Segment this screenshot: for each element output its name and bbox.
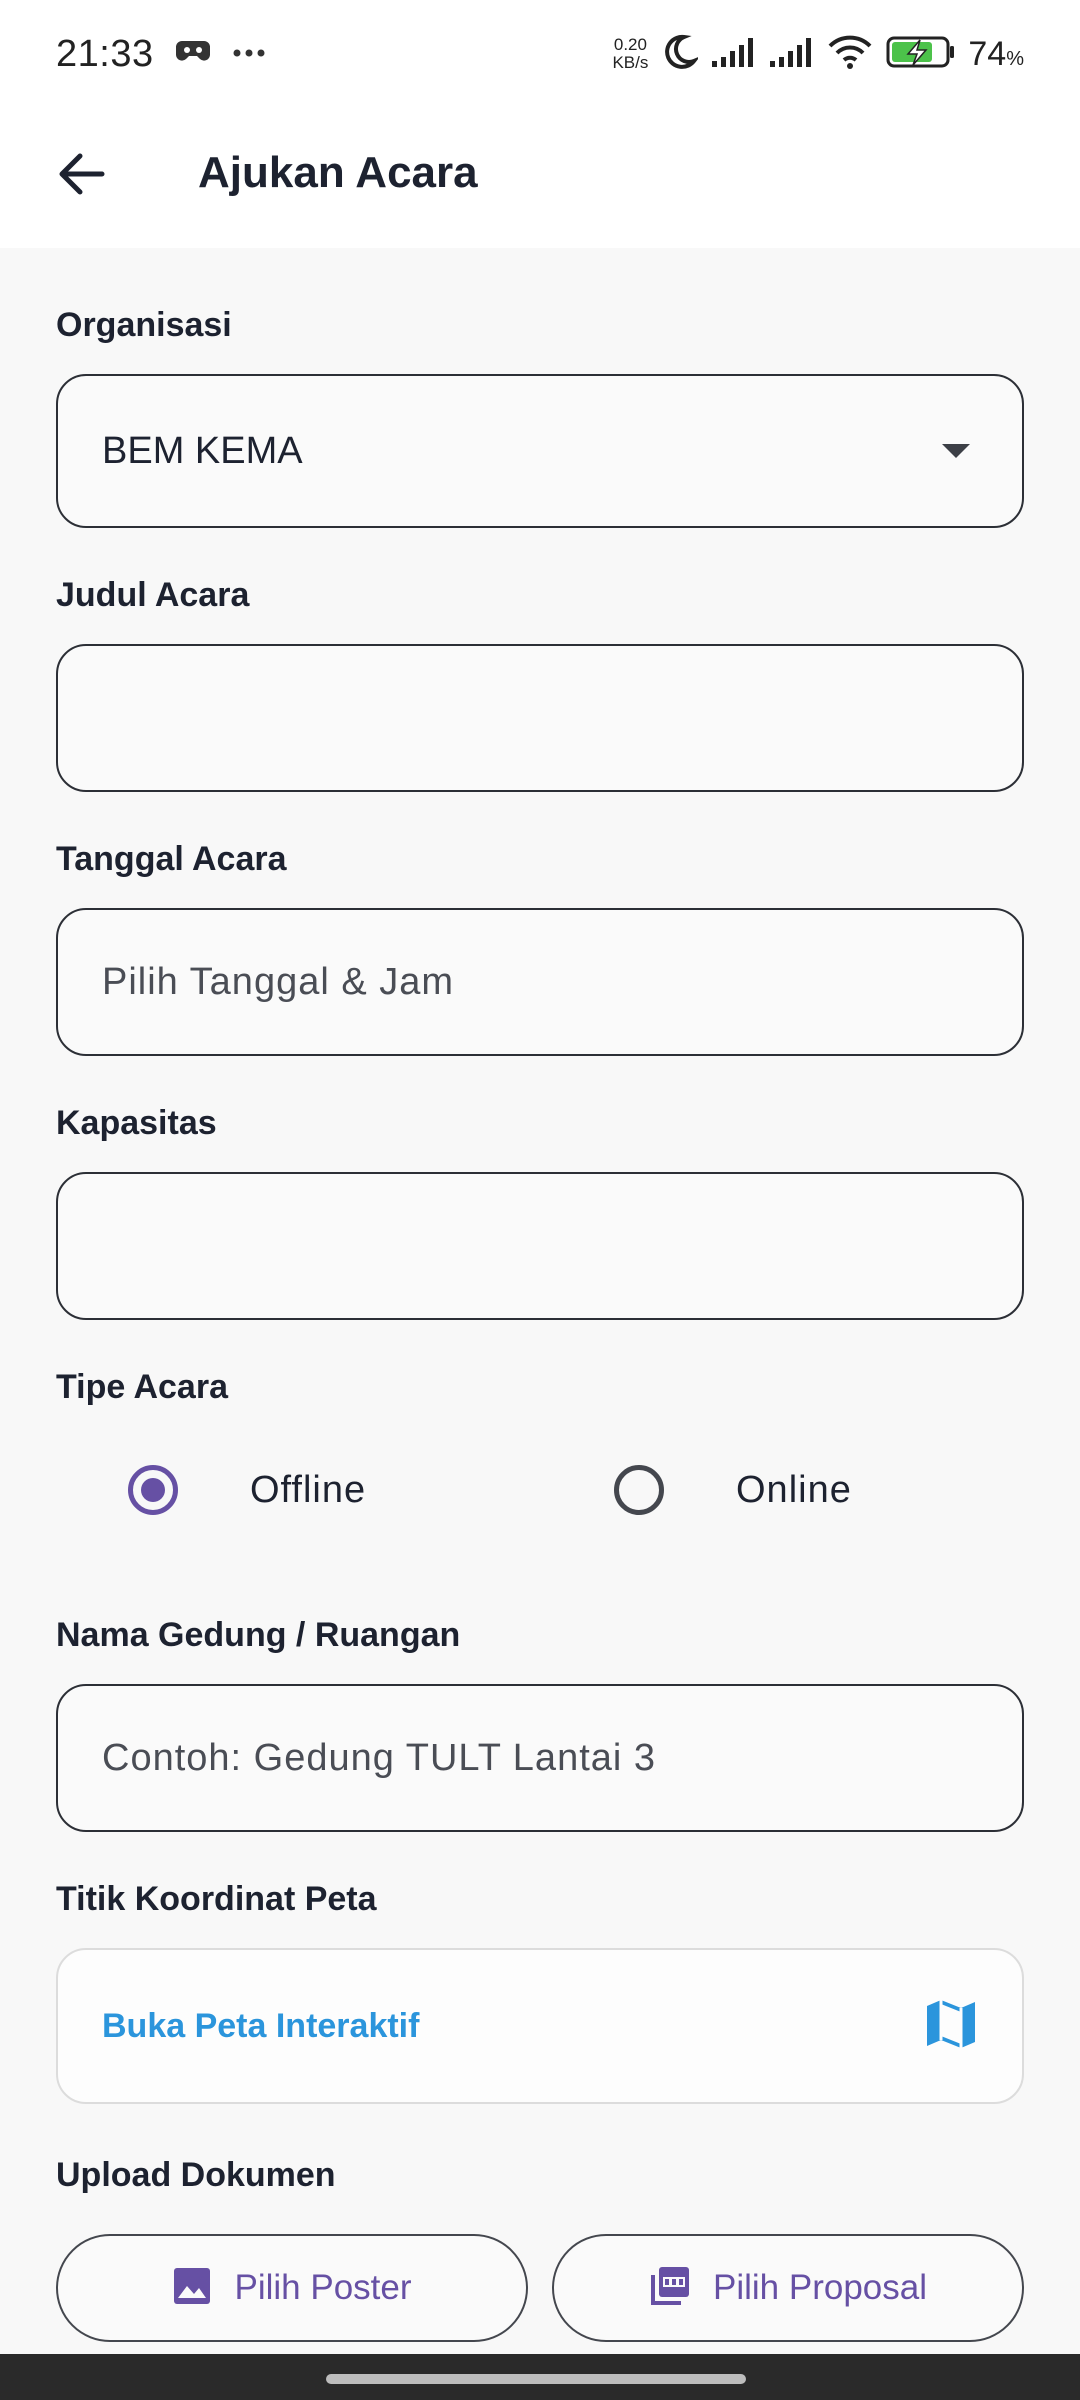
page-title: Ajukan Acara <box>198 148 478 197</box>
game-controller-icon <box>175 37 210 72</box>
network-speed-unit: KB/s <box>612 53 649 72</box>
radio-online-indicator[interactable] <box>614 1465 664 1515</box>
battery-level-unit: % <box>1006 47 1024 70</box>
radio-offline[interactable]: Offline <box>128 1465 366 1515</box>
judul-acara-label: Judul Acara <box>56 576 250 614</box>
pilih-proposal-label: Pilih Proposal <box>713 2268 927 2307</box>
status-bar: 21:33 0.20 KB/s 74% <box>0 0 1080 108</box>
image-icon <box>172 2266 212 2311</box>
moon-icon <box>660 33 701 76</box>
nama-gedung-input[interactable]: Contoh: Gedung TULT Lantai 3 <box>56 1684 1024 1832</box>
wifi-icon <box>826 34 874 75</box>
radio-offline-label: Offline <box>250 1468 367 1511</box>
open-map-label: Buka Peta Interaktif <box>102 2006 420 2045</box>
tanggal-acara-picker[interactable]: Pilih Tanggal & Jam <box>56 908 1024 1056</box>
arrow-left-icon <box>58 152 106 201</box>
battery-level-value: 74 <box>968 34 1007 73</box>
kapasitas-input[interactable] <box>56 1172 1024 1320</box>
network-speed-value: 0.20 <box>613 35 647 54</box>
organisasi-selected-value: BEM KEMA <box>102 429 303 472</box>
open-map-button[interactable]: Buka Peta Interaktif <box>56 1948 1024 2104</box>
radio-online-label: Online <box>736 1468 852 1511</box>
tanggal-acara-placeholder: Pilih Tanggal & Jam <box>102 960 455 1003</box>
radio-offline-indicator[interactable] <box>128 1465 178 1515</box>
koordinat-label: Titik Koordinat Peta <box>56 1880 377 1918</box>
pilih-proposal-button[interactable]: Pilih Proposal <box>552 2234 1024 2342</box>
tipe-acara-label: Tipe Acara <box>56 1368 228 1406</box>
pilih-poster-label: Pilih Poster <box>234 2268 412 2307</box>
organisasi-label: Organisasi <box>56 306 232 344</box>
nama-gedung-label: Nama Gedung / Ruangan <box>56 1616 461 1654</box>
status-time: 21:33 <box>56 32 154 75</box>
back-button[interactable] <box>50 144 114 208</box>
map-icon <box>924 1998 978 2055</box>
caret-down-icon <box>942 444 970 458</box>
kapasitas-label: Kapasitas <box>56 1104 217 1142</box>
pdf-icon <box>649 2265 691 2312</box>
upload-dokumen-label: Upload Dokumen <box>56 2156 336 2194</box>
signal-2-icon <box>768 35 814 74</box>
radio-online[interactable]: Online <box>614 1465 852 1515</box>
organisasi-dropdown[interactable]: BEM KEMA <box>56 374 1024 528</box>
tanggal-acara-label: Tanggal Acara <box>56 840 287 878</box>
nama-gedung-placeholder: Contoh: Gedung TULT Lantai 3 <box>102 1736 657 1779</box>
pilih-poster-button[interactable]: Pilih Poster <box>56 2234 528 2342</box>
system-nav-bar <box>0 2354 1080 2400</box>
battery-level: 74% <box>968 35 1024 74</box>
judul-acara-input[interactable] <box>56 644 1024 792</box>
signal-1-icon <box>710 35 756 74</box>
tipe-acara-radio-group: Offline Online <box>0 1460 1080 1520</box>
network-speed: 0.20 KB/s <box>612 36 648 72</box>
more-notifications-icon <box>232 45 266 63</box>
home-gesture-handle[interactable] <box>326 2374 746 2384</box>
battery-charging-icon <box>886 35 956 74</box>
app-bar: Ajukan Acara <box>0 108 1080 248</box>
